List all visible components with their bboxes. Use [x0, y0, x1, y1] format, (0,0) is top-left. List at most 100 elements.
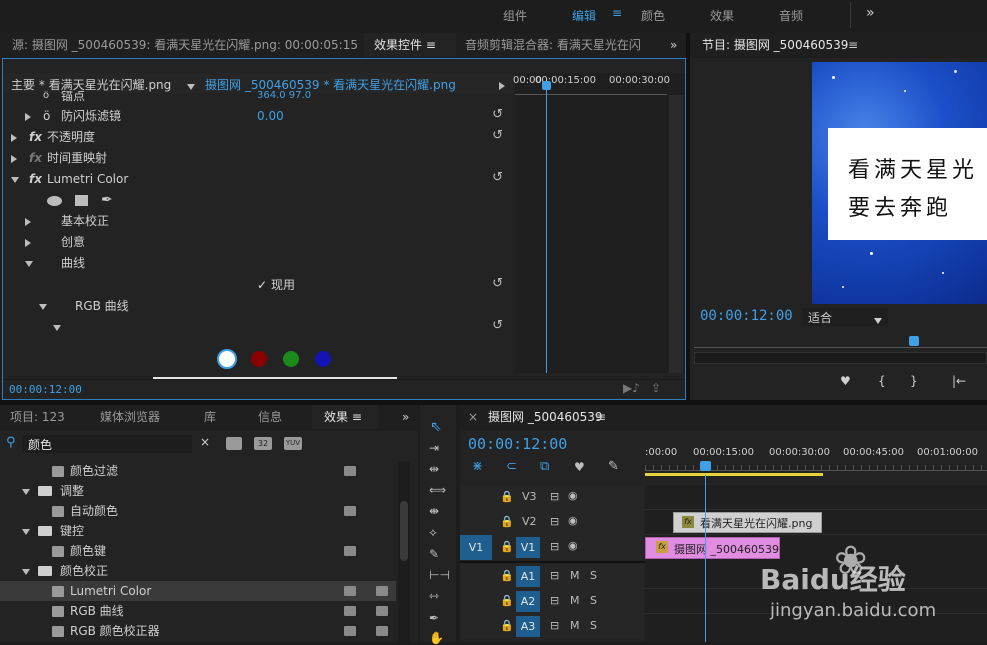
ripple-edit-tool-icon[interactable]: ⇹: [429, 462, 439, 476]
fx-icon[interactable]: fx: [29, 169, 42, 190]
lock-icon[interactable]: 🔒: [500, 569, 514, 582]
timeline-timecode[interactable]: 00:00:12:00: [468, 435, 567, 453]
add-marker-icon[interactable]: ♥: [840, 374, 851, 388]
tab-effects[interactable]: 效果 ≡: [312, 405, 378, 429]
effects-folder[interactable]: 颜色校正: [0, 561, 396, 581]
keyframe-stopwatch-icon[interactable]: ö: [43, 91, 49, 101]
yuv-effects-badge[interactable]: YUV: [284, 437, 302, 450]
expand-icon[interactable]: [25, 232, 31, 253]
tab-source[interactable]: 源: 摄图网 _500460539: 看满天星光在闪耀.png: 00:00:0…: [12, 33, 362, 57]
wrench-icon[interactable]: ✎: [608, 459, 619, 474]
track-a1-label[interactable]: A1: [516, 566, 540, 587]
track-v2-label[interactable]: V2: [522, 515, 537, 528]
program-title[interactable]: 节目: 摄图网 _500460539: [702, 33, 848, 57]
effects-item[interactable]: Lumetri Color: [0, 581, 396, 601]
solo-button[interactable]: S: [590, 619, 597, 632]
source-patch-v1[interactable]: V1: [460, 535, 492, 560]
selection-tool-icon[interactable]: ⇖: [430, 419, 442, 435]
effects-folder[interactable]: 调整: [0, 481, 396, 501]
expand-icon[interactable]: [25, 211, 31, 232]
mute-button[interactable]: M: [570, 619, 580, 632]
sync-lock-icon[interactable]: ⊟: [550, 594, 559, 607]
workspace-assembly[interactable]: 组件: [503, 7, 527, 24]
tab-audio-mixer[interactable]: 音频剪辑混合器: 看满天星光在闪: [465, 33, 655, 57]
tab-libraries[interactable]: 库: [204, 405, 216, 429]
tab-project[interactable]: 项目: 123: [10, 405, 65, 429]
workspace-menu-icon[interactable]: ≡: [612, 6, 622, 20]
reset-icon[interactable]: ↺: [492, 167, 503, 188]
ec-timecode[interactable]: 00:00:12:00: [9, 383, 82, 396]
tab-menu-icon[interactable]: ≡: [352, 410, 362, 424]
tab-media-browser[interactable]: 媒体浏览器: [100, 405, 160, 429]
rolling-edit-tool-icon[interactable]: ⟺: [429, 483, 446, 497]
mute-button[interactable]: M: [570, 594, 580, 607]
pen-mask-icon[interactable]: ✒: [101, 190, 113, 211]
work-area-bar[interactable]: [645, 473, 823, 476]
lock-icon[interactable]: 🔒: [500, 540, 514, 553]
workspace-effects[interactable]: 效果: [710, 7, 734, 24]
snap-icon[interactable]: ⊂: [506, 459, 517, 474]
effects-search-input[interactable]: [22, 435, 192, 453]
program-zoom-bar[interactable]: [694, 352, 987, 364]
lock-icon[interactable]: 🔒: [500, 619, 514, 632]
collapse-icon[interactable]: [11, 169, 19, 190]
lock-icon[interactable]: 🔒: [500, 515, 514, 528]
effects-item[interactable]: RGB 曲线: [0, 601, 396, 621]
mute-button[interactable]: M: [570, 569, 580, 582]
collapse-icon[interactable]: [22, 561, 30, 581]
workspace-editing[interactable]: 编辑: [572, 7, 596, 24]
timeline-tab-title[interactable]: 摄图网 _500460539: [488, 405, 603, 429]
enable-checkbox[interactable]: ✓: [257, 275, 267, 296]
collapse-icon[interactable]: [25, 253, 33, 274]
ec-scrollbar[interactable]: [669, 95, 683, 373]
expand-icon[interactable]: [11, 127, 17, 148]
razor-tool-icon[interactable]: ⟡: [429, 525, 437, 540]
workspace-more-icon[interactable]: »: [866, 5, 875, 21]
track-a3-label[interactable]: A3: [516, 616, 540, 637]
slide-tool-icon[interactable]: ⊢⊣: [429, 568, 450, 582]
effects-item[interactable]: 自动颜色: [0, 501, 396, 521]
sync-lock-icon[interactable]: ⊟: [550, 490, 559, 503]
tab-info[interactable]: 信息: [258, 405, 282, 429]
mark-in-icon[interactable]: {: [878, 374, 886, 388]
clip-v2[interactable]: fx 看满天星光在闪耀.png: [673, 512, 822, 533]
track-v3-label[interactable]: V3: [522, 490, 537, 503]
add-marker-icon[interactable]: ♥: [574, 460, 585, 474]
slip-tool-icon[interactable]: ✎: [429, 547, 439, 561]
timeline-playhead-handle[interactable]: [700, 461, 711, 471]
keyframe-stopwatch-icon[interactable]: ö: [43, 106, 50, 127]
sync-lock-icon[interactable]: ⊟: [550, 569, 559, 582]
export-icon[interactable]: ⇪: [651, 381, 661, 395]
source-more-icon[interactable]: »: [670, 33, 677, 57]
tab-menu-icon[interactable]: ≡: [426, 38, 436, 52]
fx-icon[interactable]: fx: [29, 127, 42, 148]
lock-icon[interactable]: 🔒: [500, 490, 514, 503]
reset-icon[interactable]: ↺: [492, 273, 503, 294]
play-audio-icon[interactable]: ▶♪: [623, 381, 640, 395]
red-channel-dot[interactable]: [251, 351, 267, 367]
reset-icon[interactable]: ↺: [492, 104, 503, 125]
reset-icon[interactable]: ↺: [492, 125, 503, 146]
reset-icon[interactable]: ↺: [492, 315, 503, 336]
zoom-tool-icon[interactable]: ✋: [429, 631, 444, 645]
hand-tool-icon[interactable]: ✒: [429, 611, 439, 625]
tab-effect-controls[interactable]: 效果控件 ≡: [364, 33, 456, 57]
workspace-audio[interactable]: 音频: [779, 7, 803, 24]
effects-scrollbar[interactable]: [398, 461, 410, 642]
timeline-close-icon[interactable]: ×: [468, 405, 478, 429]
eye-icon[interactable]: ◉: [568, 514, 578, 527]
anchor-values[interactable]: 364.0 97.0: [257, 91, 311, 101]
track-select-tool-icon[interactable]: ⇥: [429, 441, 439, 455]
timeline-ruler[interactable]: :00:00 00:00:15:00 00:00:30:00 00:00:45:…: [645, 445, 987, 479]
collapse-icon[interactable]: [39, 296, 47, 317]
expand-icon[interactable]: [25, 106, 31, 127]
timeline-menu-icon[interactable]: ≡: [596, 405, 606, 429]
collapse-icon[interactable]: [53, 317, 61, 338]
solo-button[interactable]: S: [590, 594, 597, 607]
project-more-icon[interactable]: »: [402, 405, 409, 429]
eye-icon[interactable]: ◉: [568, 539, 578, 552]
mark-out-icon[interactable]: }: [910, 374, 918, 388]
rate-stretch-tool-icon[interactable]: ⇼: [429, 504, 439, 518]
track-v1-label[interactable]: V1: [516, 537, 540, 558]
flicker-value[interactable]: 0.00: [257, 106, 284, 127]
